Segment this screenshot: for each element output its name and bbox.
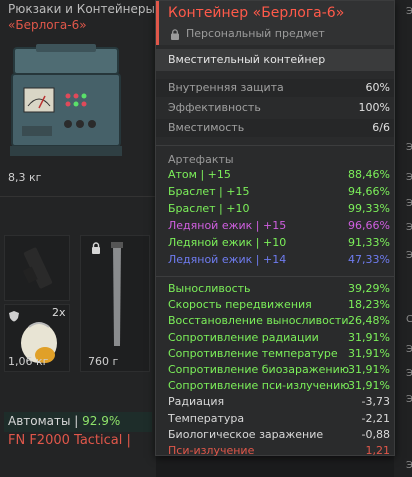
attachment-image <box>22 247 53 289</box>
artifact-row: Браслет | +10 99,33% <box>168 202 390 220</box>
item-weight: 760 г <box>88 355 119 368</box>
item-tooltip: Контейнер «Берлога-6» Персональный предм… <box>155 0 395 457</box>
effect-row-label: Сопротивление пси-излучению <box>168 379 350 393</box>
rifles-percent: 92.9% <box>82 414 121 428</box>
artifact-row-value: 88,46% <box>348 168 390 181</box>
effect-row-value: 31,91% <box>348 330 390 344</box>
artifact-row-label: Ледяной ежик | +15 <box>168 219 287 232</box>
tooltip-subtitle: Персональный предмет <box>186 27 325 40</box>
artifact-row-value: 91,33% <box>348 236 390 249</box>
artifact-row-value: 99,33% <box>348 202 390 215</box>
effect-row-label: Радиация <box>168 395 225 409</box>
effect-row-label: Сопротивление биозаражению <box>168 363 350 376</box>
edge-text: С <box>406 314 412 325</box>
effect-row-label: Пси-излучение <box>168 444 255 457</box>
right-panel-edge <box>394 0 412 477</box>
stack-count: 2x <box>52 306 66 319</box>
effect-row-value: 18,23% <box>348 298 390 312</box>
effect-row-value: 26,48% <box>348 314 390 328</box>
category-title: Рюкзаки и Контейнеры <box>8 2 155 16</box>
effect-row-label: Сопротивление радиации <box>168 330 319 344</box>
stat-label: Вместимость <box>168 121 245 134</box>
edge-text: Э <box>406 250 412 261</box>
container-weight: 8,3 кг <box>8 171 42 184</box>
effect-row-value: 1,21 <box>365 444 391 457</box>
effect-row-label: Сопротивление температуре <box>168 346 338 360</box>
artifact-row: Ледяной ежик | +15 96,66% <box>168 219 390 237</box>
artifact-row-label: Браслет | +10 <box>168 202 250 215</box>
stat-row: Внутренняя защита 60% <box>168 81 390 99</box>
artifact-row: Атом | +15 88,46% <box>168 168 390 186</box>
divider <box>0 196 156 197</box>
edge-text: Э <box>406 344 412 355</box>
inventory-slot-attachment[interactable] <box>4 235 70 301</box>
effect-row: Пси-излучение 1,21 <box>168 444 390 462</box>
tooltip-title: Контейнер «Берлога-6» <box>168 5 345 21</box>
artifact-row-label: Атом | +15 <box>168 168 231 181</box>
effect-row-value: -0,88 <box>361 427 390 441</box>
edge-text: Э <box>406 460 412 471</box>
lock-icon <box>171 29 179 40</box>
stat-value: 60% <box>365 81 390 94</box>
effect-row-label: Температура <box>168 411 245 425</box>
inventory-slot-knife[interactable] <box>80 235 150 372</box>
divider <box>156 276 394 277</box>
container-image[interactable] <box>10 42 122 160</box>
item-type: Вместительный контейнер <box>168 53 326 66</box>
stat-label: Внутренняя защита <box>168 81 284 94</box>
edge-text: Э <box>406 172 412 183</box>
effect-row-value: 31,91% <box>348 379 390 393</box>
stat-row: Вместимость 6/6 <box>168 121 390 139</box>
stat-value: 6/6 <box>372 121 390 134</box>
knife-image <box>111 242 123 346</box>
lock-icon <box>92 242 100 254</box>
edge-text: Э <box>406 394 412 405</box>
item-weight: 1,06 кг <box>8 355 49 368</box>
effect-row-value: -2,21 <box>361 411 390 425</box>
artifact-row-label: Браслет | +15 <box>168 185 250 198</box>
edge-text: Э <box>406 6 412 17</box>
artifact-row-value: 96,66% <box>348 219 390 232</box>
stat-row: Эффективность 100% <box>168 101 390 119</box>
rifles-label-text: Автоматы | <box>8 414 79 428</box>
artifact-row: Браслет | +15 94,66% <box>168 185 390 203</box>
effect-row-label: Биологическое заражение <box>168 427 324 441</box>
effect-row-label: Выносливость <box>168 282 251 295</box>
artifact-row: Ледяной ежик | +10 91,33% <box>168 236 390 254</box>
effect-row-value: 31,91% <box>348 346 390 360</box>
effect-row-label: Восстановление выносливости <box>168 314 349 328</box>
effect-row-label: Скорость передвижения <box>168 298 312 312</box>
artifact-row-value: 94,66% <box>348 185 390 198</box>
rifles-label: Автоматы | 92.9% <box>8 414 120 428</box>
effect-row-value: 39,29% <box>348 282 390 295</box>
effect-row-value: -3,73 <box>361 395 390 409</box>
artifacts-header: Артефакты <box>168 153 234 166</box>
stat-label: Эффективность <box>168 101 261 114</box>
stat-value: 100% <box>358 101 390 114</box>
shield-icon <box>9 311 19 322</box>
edge-text: Э <box>406 198 412 209</box>
edge-text: Э <box>406 222 412 233</box>
edge-text: Э <box>406 368 412 379</box>
edge-text: Э <box>406 142 412 153</box>
category-subtitle: «Берлога-6» <box>8 18 87 32</box>
artifact-row-label: Ледяной ежик | +10 <box>168 236 287 249</box>
divider <box>156 145 394 146</box>
artifact-row: Ледяной ежик | +14 47,33% <box>168 253 390 271</box>
weapon-name[interactable]: FN F2000 Tactical | <box>8 433 131 448</box>
effect-row-value: 31,91% <box>348 363 390 376</box>
artifact-row-label: Ледяной ежик | +14 <box>168 253 287 266</box>
artifact-row-value: 47,33% <box>348 253 390 266</box>
